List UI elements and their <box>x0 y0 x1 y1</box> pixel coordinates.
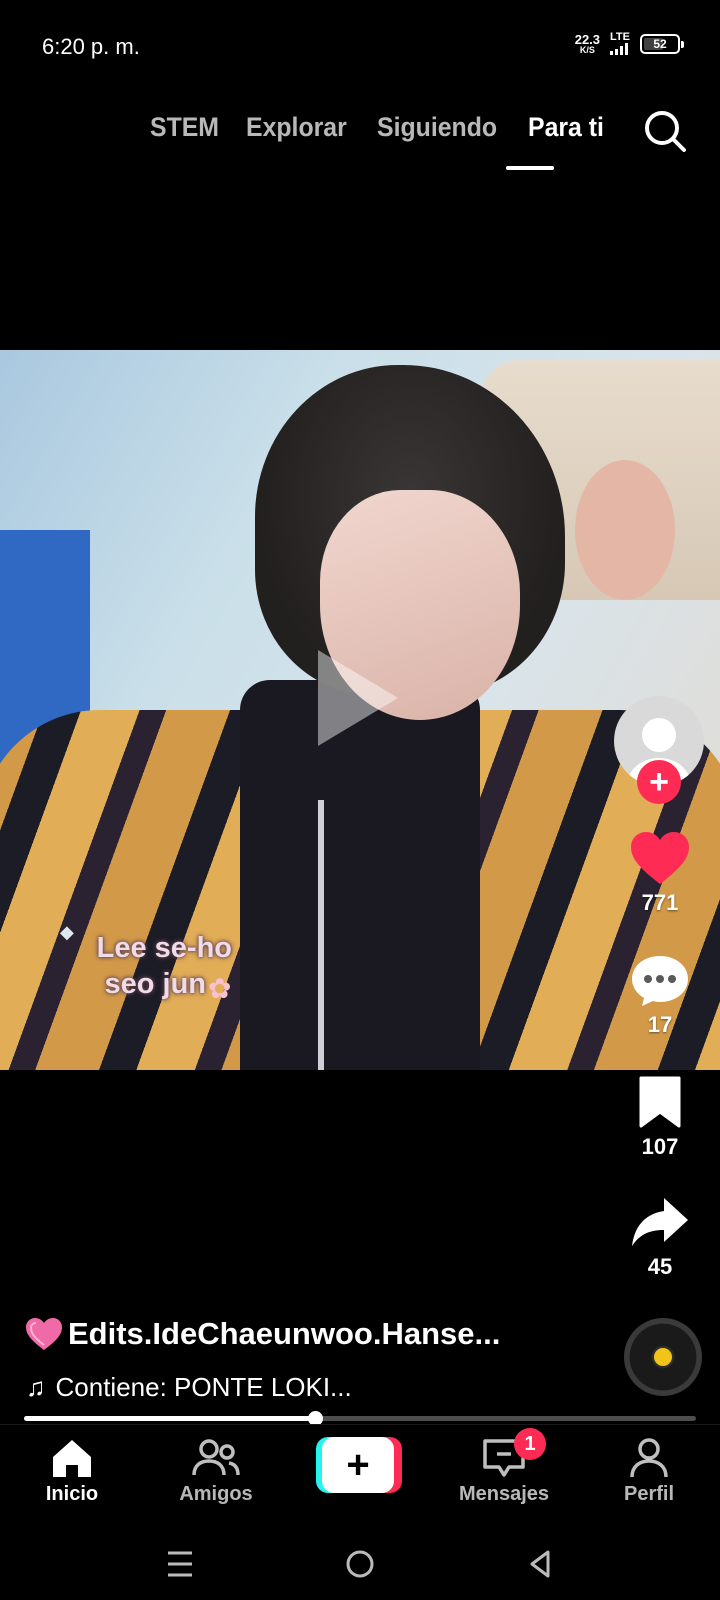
create-button[interactable]: + <box>316 1437 402 1493</box>
nav-home[interactable]: Inicio <box>12 1437 132 1506</box>
profile-icon <box>630 1438 668 1478</box>
bookmark-icon <box>639 1076 681 1128</box>
save-button[interactable]: 107 <box>620 1074 700 1160</box>
save-count: 107 <box>641 1134 679 1159</box>
battery-level: 52 <box>653 36 667 51</box>
share-button[interactable]: 45 <box>620 1194 700 1280</box>
comment-icon <box>632 956 688 1006</box>
tab-para-ti[interactable]: Para ti <box>528 112 604 143</box>
status-bar: 6:20 p. m. 22.3 K/S LTE 52 <box>0 0 720 90</box>
tab-stem[interactable]: STEM <box>150 112 219 143</box>
signal-icon: LTE <box>610 32 630 55</box>
comment-button[interactable]: 17 <box>620 952 700 1038</box>
heart-icon <box>631 832 689 884</box>
home-icon <box>53 1440 91 1477</box>
share-arrow-icon <box>632 1198 688 1246</box>
tab-explorar[interactable]: Explorar <box>246 112 347 143</box>
nav-profile-label: Perfil <box>623 1483 675 1505</box>
cherry-blossom-icon: ✿ <box>208 973 232 1004</box>
like-count: 771 <box>641 890 679 915</box>
inbox-badge: 1 <box>514 1428 546 1460</box>
nav-profile[interactable]: Perfil <box>589 1437 709 1506</box>
music-row[interactable]: ♫ Contiene: PONTE LOKI... <box>26 1372 352 1403</box>
status-time: 6:20 p. m. <box>42 34 140 59</box>
follow-button[interactable]: + <box>637 760 681 804</box>
video-caption-line2: seo jun <box>104 968 206 1000</box>
nav-inbox[interactable]: Mensajes <box>444 1437 564 1506</box>
video-caption-line1: Lee se-ho <box>96 932 232 964</box>
nav-friends[interactable]: Amigos <box>156 1437 276 1506</box>
video-progress-fill <box>24 1416 315 1421</box>
network-speed: 22.3 K/S <box>575 33 600 55</box>
music-title[interactable]: Contiene: PONTE LOKI... <box>56 1372 352 1403</box>
share-count: 45 <box>647 1254 673 1279</box>
back-icon[interactable] <box>520 1544 560 1584</box>
author-name-row[interactable]: Edits.IdeChaeunwoo.Hanse... <box>24 1316 584 1352</box>
tab-siguiendo[interactable]: Siguiendo <box>377 112 497 143</box>
bottom-nav: Inicio Amigos + Mensajes Perfil <box>0 1424 720 1524</box>
menu-icon[interactable] <box>160 1544 200 1584</box>
video-person-hand <box>575 460 675 600</box>
play-icon[interactable] <box>318 650 398 746</box>
inbox-badge-count: 1 <box>524 1432 536 1455</box>
video-zipper <box>318 800 324 1070</box>
video-caption: Lee se-ho seo jun <box>62 930 232 1002</box>
follow-plus-icon: + <box>649 763 669 801</box>
plus-icon: + <box>346 1443 370 1487</box>
active-tab-indicator <box>506 166 554 170</box>
sparkling-heart-icon <box>26 1318 62 1350</box>
feed-tabs: STEM Explorar Siguiendo Para ti <box>150 112 611 143</box>
network-speed-unit: K/S <box>579 44 595 55</box>
network-type: LTE <box>610 31 630 43</box>
like-button[interactable]: 771 <box>620 830 700 916</box>
friends-icon <box>192 1439 240 1476</box>
nav-inbox-label: Mensajes <box>458 1483 550 1505</box>
nav-friends-label: Amigos <box>179 1483 253 1505</box>
battery-icon: 52 <box>640 33 684 54</box>
author-name[interactable]: Edits.IdeChaeunwoo.Hanse... <box>68 1316 500 1352</box>
comment-count: 17 <box>647 1012 673 1037</box>
video-progress-bar[interactable] <box>24 1411 696 1426</box>
nav-home-label: Inicio <box>45 1483 99 1505</box>
network-speed-value: 22.3 <box>574 31 601 47</box>
home-circle-icon[interactable] <box>340 1544 380 1584</box>
status-icons: 22.3 K/S LTE 52 <box>575 32 684 55</box>
music-disc-icon[interactable] <box>624 1318 702 1396</box>
search-icon[interactable] <box>642 108 688 154</box>
music-note-icon: ♫ <box>26 1372 46 1402</box>
system-nav <box>0 1524 720 1600</box>
video-player[interactable]: ◆ Lee se-ho seo jun ✿ <box>0 350 720 1070</box>
